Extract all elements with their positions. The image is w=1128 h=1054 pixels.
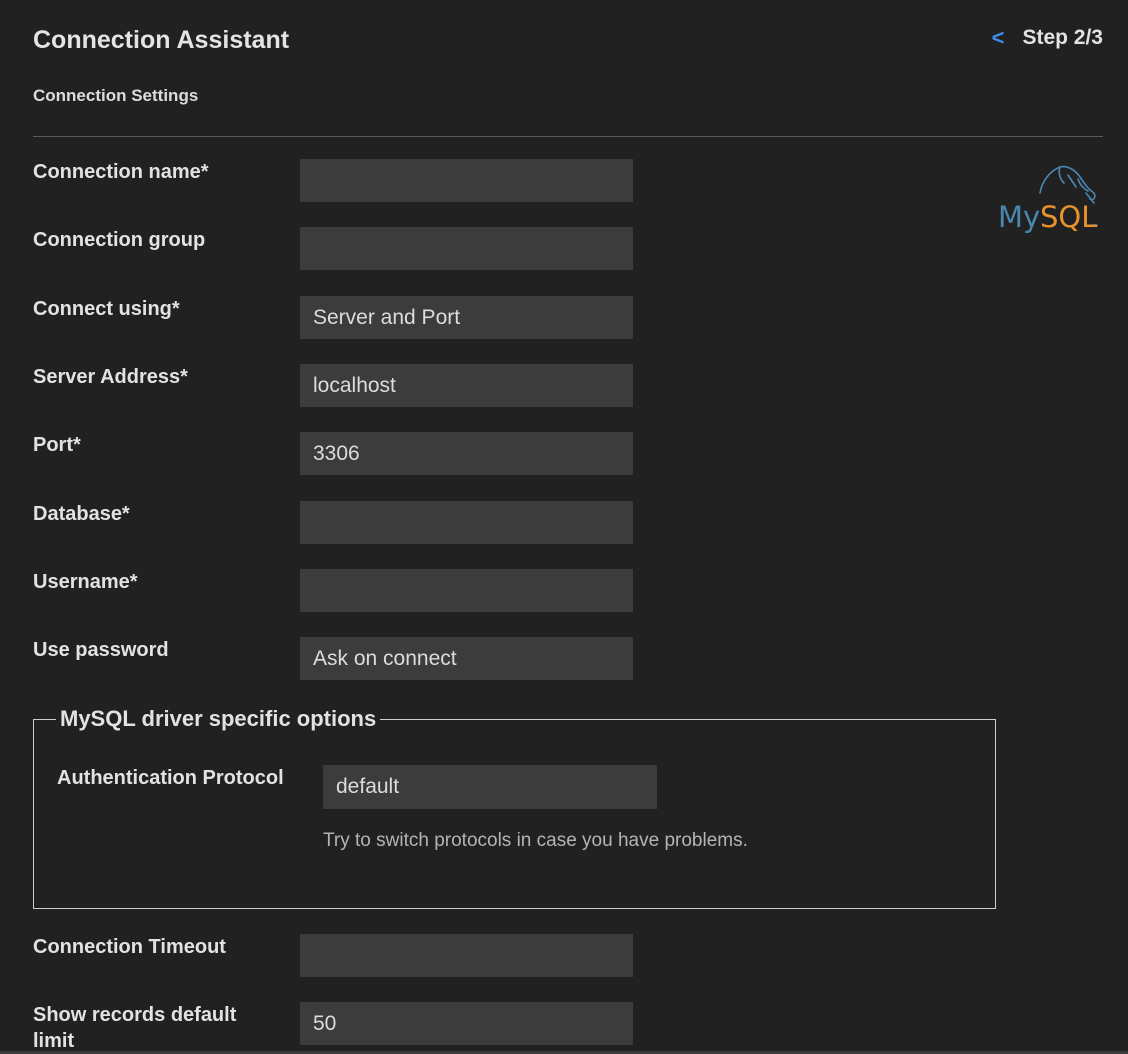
connection-name-label: Connection name* [33,161,209,183]
auth-protocol-select[interactable]: default [323,765,657,809]
username-label: Username* [33,571,138,593]
database-label: Database* [33,503,130,525]
server-address-input[interactable]: localhost [300,364,633,407]
driver-options-legend: MySQL driver specific options [56,706,381,732]
server-address-label: Server Address* [33,366,188,388]
dolphin-icon [1039,165,1096,204]
show-records-limit-input[interactable]: 50 [300,1002,633,1045]
driver-options-group: MySQL driver specific options Authentica… [33,706,996,909]
auth-protocol-hint: Try to switch protocols in case you have… [323,830,748,851]
page-title: Connection Assistant [33,26,290,54]
port-input[interactable]: 3306 [300,432,633,475]
connect-using-label: Connect using* [33,298,180,320]
connect-using-select[interactable]: Server and Port [300,296,633,339]
connection-name-input[interactable] [300,159,633,202]
use-password-label: Use password [33,639,169,661]
database-input[interactable] [300,501,633,544]
show-records-limit-label: Show records default limit [33,1004,237,1052]
step-indicator: < Step 2/3 [992,25,1103,51]
username-input[interactable] [300,569,633,612]
mysql-logo-tm: ™ [1092,223,1099,231]
section-subtitle: Connection Settings [33,86,199,105]
connection-timeout-input[interactable] [300,934,633,977]
step-label: Step 2/3 [1022,26,1103,49]
mysql-logo: My SQL ™ [998,165,1099,234]
auth-protocol-label: Authentication Protocol [57,767,284,789]
port-label: Port* [33,434,81,456]
mysql-logo-my: My [998,200,1040,234]
connection-assistant-page: Connection Assistant < Step 2/3 Connecti… [0,0,1128,1054]
back-button[interactable]: < [992,25,1005,51]
connection-group-input[interactable] [300,227,633,270]
use-password-select[interactable]: Ask on connect [300,637,633,680]
connection-group-label: Connection group [33,229,206,251]
divider [33,136,1103,137]
connection-timeout-label: Connection Timeout [33,936,226,958]
mysql-logo-sql: SQL [1040,200,1097,234]
